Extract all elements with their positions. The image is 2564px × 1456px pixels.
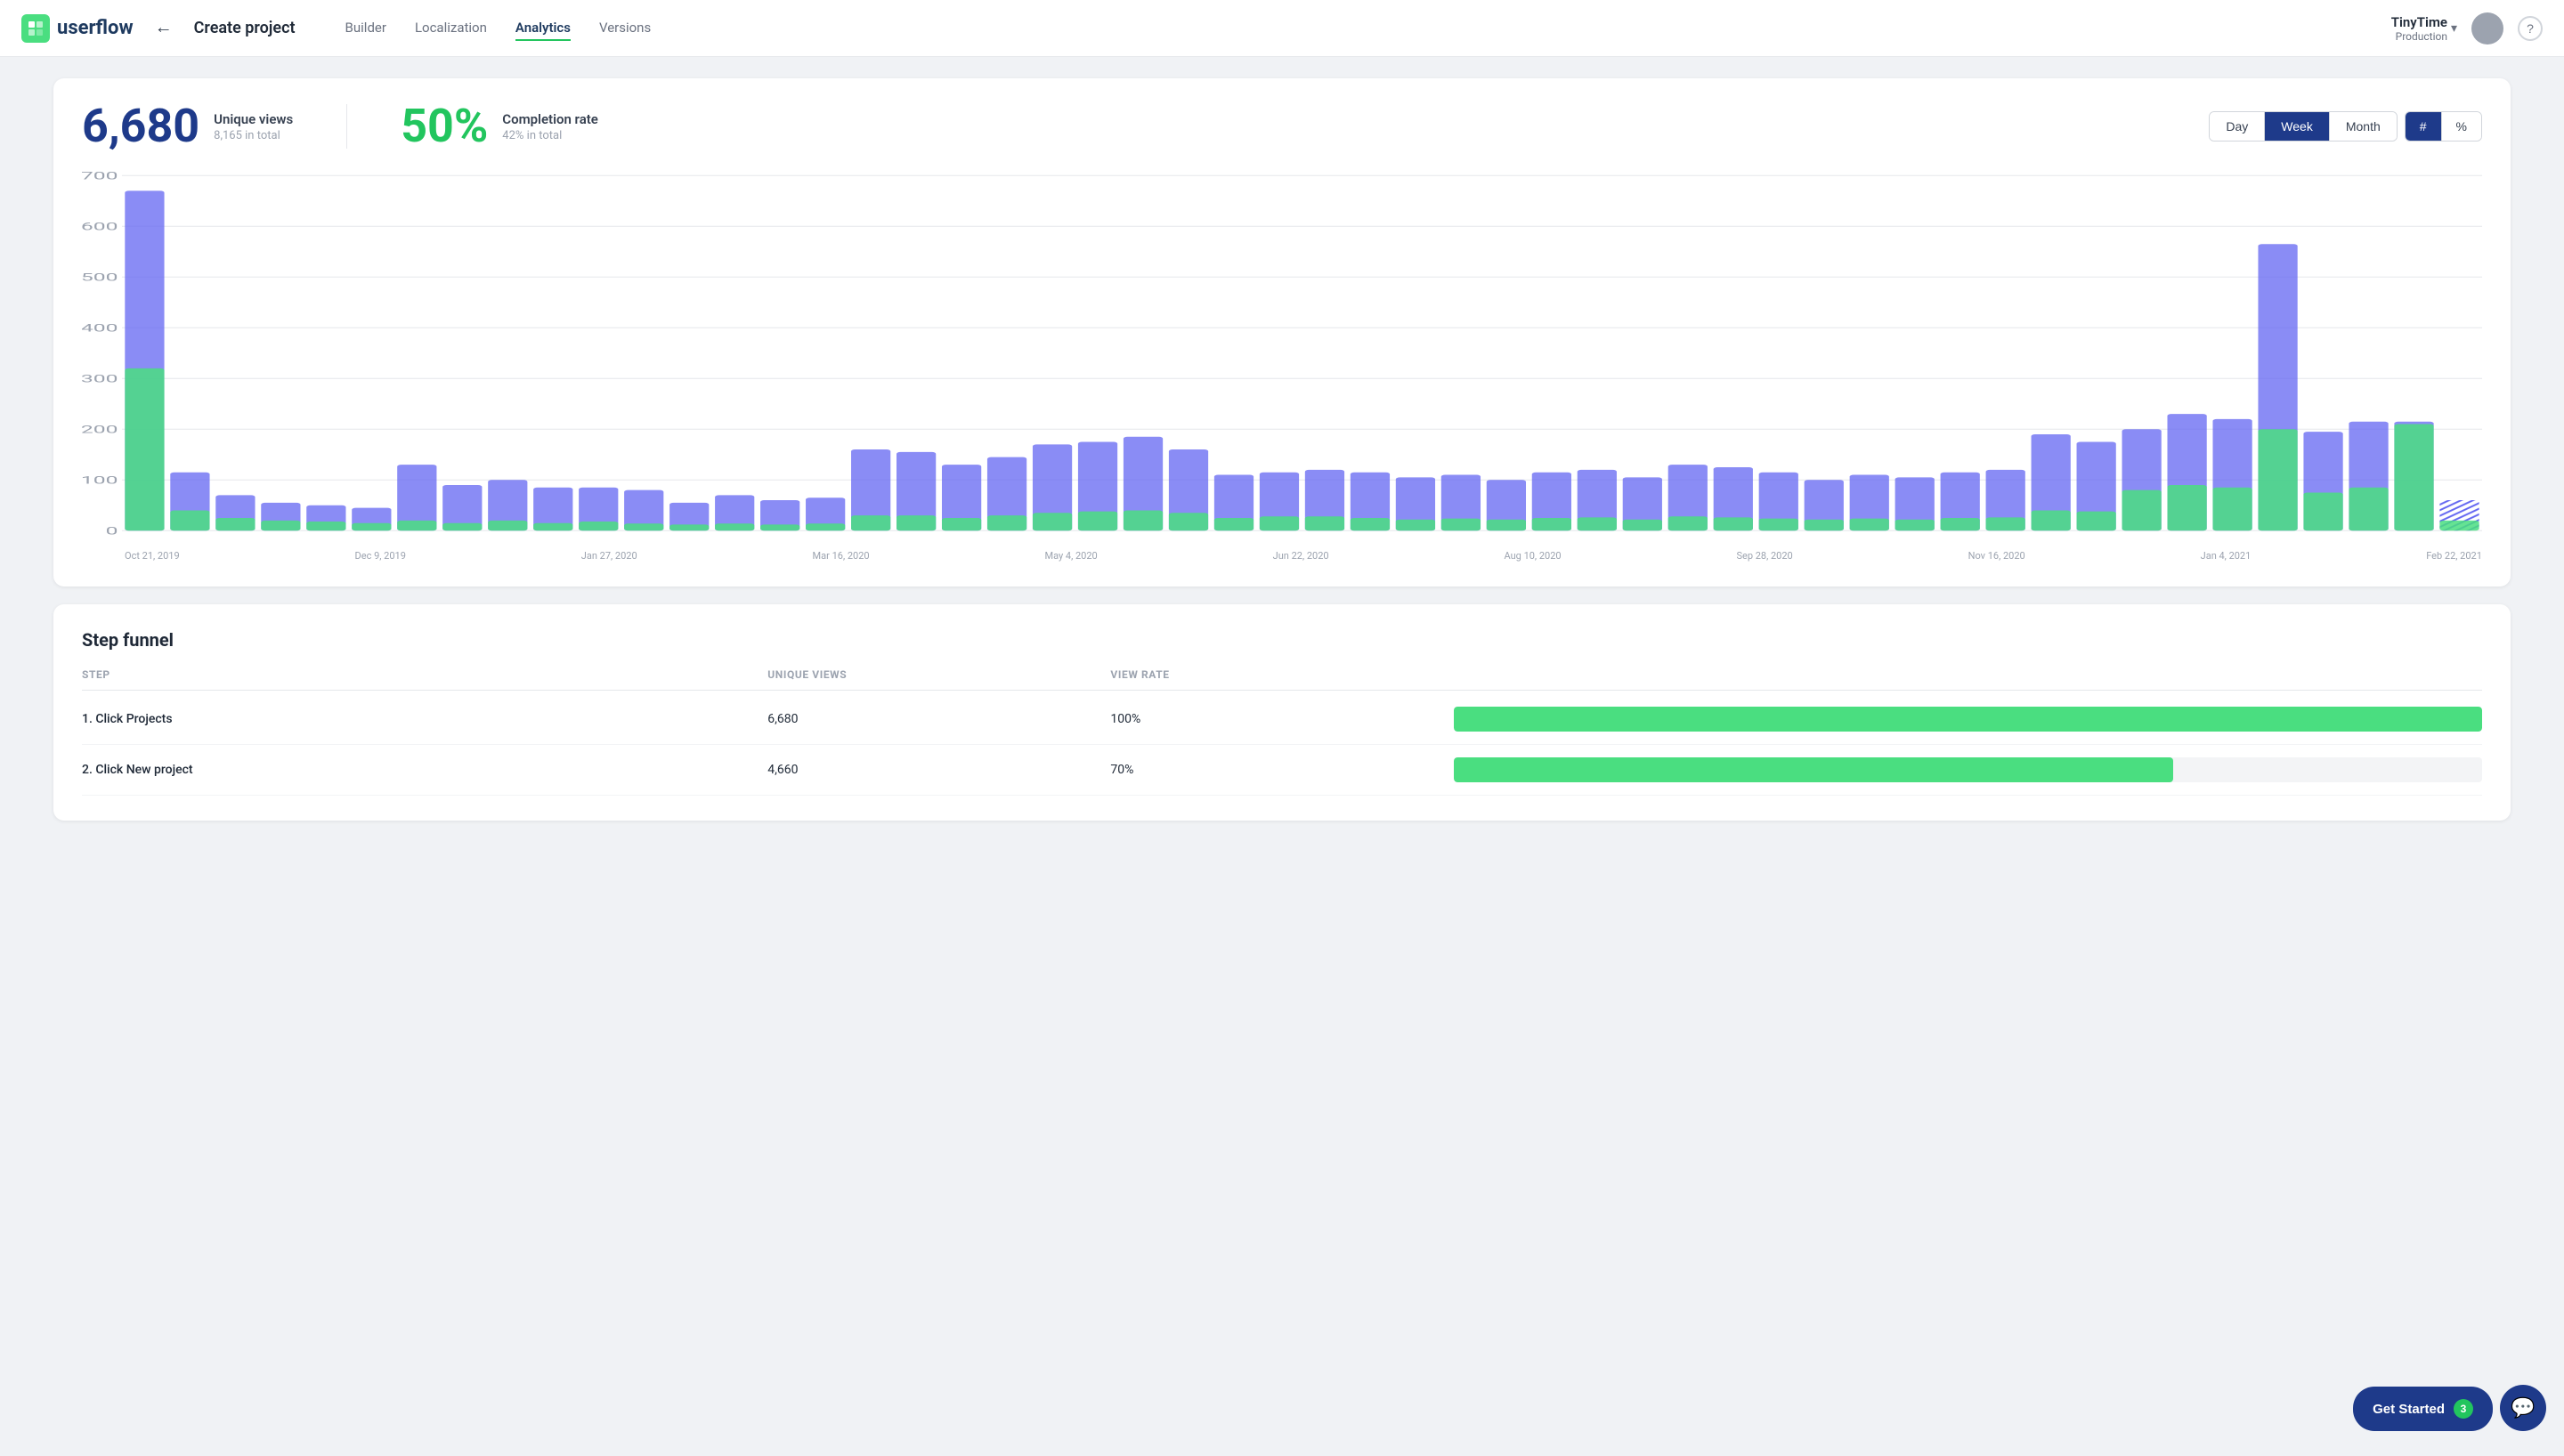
svg-text:0: 0	[106, 525, 118, 538]
logo-icon	[21, 14, 50, 43]
x-axis-labels: Oct 21, 2019 Dec 9, 2019 Jan 27, 2020 Ma…	[82, 550, 2482, 562]
x-label-4: May 4, 2020	[1044, 550, 1097, 562]
env-selector[interactable]: TinyTime Production ▾	[2391, 14, 2457, 43]
navbar-right: TinyTime Production ▾ ?	[2391, 12, 2543, 44]
stat-divider	[346, 104, 347, 149]
views-0: 6,680	[767, 712, 1110, 726]
chart-controls: Day Week Month # %	[2209, 111, 2482, 142]
svg-text:100: 100	[82, 474, 118, 487]
hash-button[interactable]: #	[2406, 112, 2442, 141]
unique-views-block: 6,680 Unique views 8,165 in total	[82, 103, 293, 150]
percent-button[interactable]: %	[2442, 112, 2481, 141]
bar-fill-0	[1454, 707, 2482, 732]
x-label-2: Jan 27, 2020	[581, 550, 637, 562]
svg-text:300: 300	[82, 373, 118, 385]
navbar-left: userflow ← Create project Builder Locali…	[21, 14, 651, 43]
funnel-table: STEP UNIQUE VIEWS VIEW RATE 1. Click Pro…	[82, 668, 2482, 796]
unique-views-sub: 8,165 in total	[214, 129, 293, 142]
chart-svg: 0 100 200 300 400 500 600 700	[82, 171, 2482, 545]
funnel-card: Step funnel STEP UNIQUE VIEWS VIEW RATE …	[53, 604, 2511, 821]
col-views: UNIQUE VIEWS	[767, 668, 1110, 681]
bar-container-1	[1454, 757, 2482, 782]
funnel-header: STEP UNIQUE VIEWS VIEW RATE	[82, 668, 2482, 691]
x-label-9: Jan 4, 2021	[2201, 550, 2252, 562]
funnel-row-0: 1. Click Projects 6,680 100%	[82, 694, 2482, 745]
unique-views-meta: Unique views 8,165 in total	[214, 111, 293, 142]
bar-fill-1	[1454, 757, 2174, 782]
get-started-label: Get Started	[2373, 1402, 2445, 1417]
x-label-0: Oct 21, 2019	[125, 550, 180, 562]
analytics-card: 6,680 Unique views 8,165 in total 50% Co…	[53, 78, 2511, 586]
tab-builder[interactable]: Builder	[345, 16, 386, 41]
views-1: 4,660	[767, 763, 1110, 777]
nav-tabs: Builder Localization Analytics Versions	[345, 16, 652, 41]
x-label-8: Nov 16, 2020	[1968, 550, 2025, 562]
logo: userflow	[21, 14, 134, 43]
x-label-3: Mar 16, 2020	[813, 550, 870, 562]
rate-1: 70%	[1110, 763, 1453, 777]
x-label-7: Sep 28, 2020	[1736, 550, 1792, 562]
funnel-title: Step funnel	[82, 629, 2482, 651]
svg-text:600: 600	[82, 221, 118, 233]
get-started-button[interactable]: Get Started 3	[2353, 1387, 2493, 1431]
step-1: 2. Click New project	[82, 763, 767, 777]
x-label-10: Feb 22, 2021	[2426, 550, 2482, 562]
bar-container-0	[1454, 707, 2482, 732]
svg-text:200: 200	[82, 424, 118, 436]
day-button[interactable]: Day	[2210, 112, 2265, 141]
chevron-down-icon: ▾	[2451, 21, 2457, 36]
step-0: 1. Click Projects	[82, 712, 767, 726]
svg-text:700: 700	[82, 171, 118, 182]
col-bar	[1454, 668, 2482, 681]
tab-analytics[interactable]: Analytics	[515, 16, 571, 41]
completion-rate-number: 50%	[401, 103, 488, 150]
unique-views-label: Unique views	[214, 111, 293, 127]
env-text: TinyTime Production	[2391, 14, 2447, 43]
get-started-badge: 3	[2454, 1399, 2473, 1419]
stats-row: 6,680 Unique views 8,165 in total 50% Co…	[82, 103, 2482, 150]
tab-versions[interactable]: Versions	[599, 16, 651, 41]
col-rate: VIEW RATE	[1110, 668, 1453, 681]
main-content: 6,680 Unique views 8,165 in total 50% Co…	[0, 57, 2564, 860]
env-sub: Production	[2391, 30, 2447, 43]
avatar[interactable]	[2471, 12, 2503, 44]
logo-text: userflow	[57, 17, 134, 39]
unique-views-number: 6,680	[82, 103, 199, 150]
back-button[interactable]: ←	[148, 14, 180, 42]
svg-text:500: 500	[82, 271, 118, 284]
x-label-5: Jun 22, 2020	[1273, 550, 1329, 562]
completion-rate-label: Completion rate	[502, 111, 598, 127]
chart-area: 0 100 200 300 400 500 600 700	[82, 171, 2482, 545]
x-label-1: Dec 9, 2019	[355, 550, 406, 562]
completion-rate-block: 50% Completion rate 42% in total	[401, 103, 598, 150]
help-button[interactable]: ?	[2518, 16, 2543, 41]
format-btn-group: # %	[2405, 111, 2482, 142]
svg-text:400: 400	[82, 322, 118, 335]
completion-rate-meta: Completion rate 42% in total	[502, 111, 598, 142]
tab-localization[interactable]: Localization	[415, 16, 487, 41]
rate-0: 100%	[1110, 712, 1453, 726]
funnel-row-1: 2. Click New project 4,660 70%	[82, 745, 2482, 796]
time-btn-group: Day Week Month	[2209, 111, 2397, 142]
col-step: STEP	[82, 668, 767, 681]
project-title: Create project	[194, 19, 296, 37]
completion-rate-sub: 42% in total	[502, 129, 598, 142]
chat-button[interactable]: 💬	[2500, 1385, 2546, 1431]
week-button[interactable]: Week	[2265, 112, 2330, 141]
chat-icon: 💬	[2511, 1396, 2535, 1420]
env-name: TinyTime	[2391, 14, 2447, 30]
x-label-6: Aug 10, 2020	[1504, 550, 1561, 562]
month-button[interactable]: Month	[2330, 112, 2397, 141]
navbar: userflow ← Create project Builder Locali…	[0, 0, 2564, 57]
